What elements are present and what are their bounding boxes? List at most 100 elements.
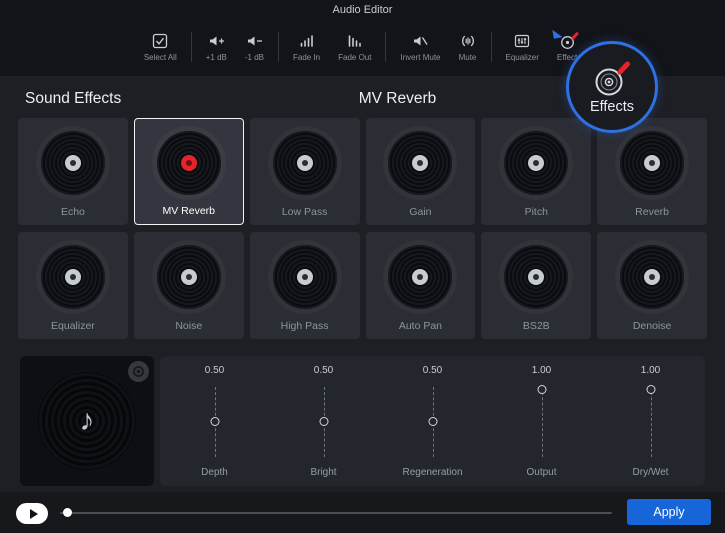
effect-tile-label: Echo: [18, 206, 128, 218]
effect-tile-label: High Pass: [250, 320, 360, 332]
param-value: 1.00: [641, 365, 660, 376]
param-slider[interactable]: [209, 385, 221, 459]
param-slider[interactable]: [427, 385, 439, 459]
param-value: 0.50: [314, 365, 333, 376]
toolbar-button-plus-1db[interactable]: +1 dB: [197, 32, 236, 62]
volume-minus-icon: [245, 32, 263, 50]
vinyl-record-icon: [620, 131, 684, 195]
effect-tile-label: Pitch: [481, 206, 591, 218]
toolbar-button-equalizer[interactable]: Equalizer: [497, 32, 548, 62]
vinyl-record-icon: [388, 131, 452, 195]
effect-tile-label: Low Pass: [250, 206, 360, 218]
effect-tile-echo[interactable]: Echo: [18, 118, 128, 225]
toolbar-separator: [278, 32, 279, 62]
effect-tile-label: Noise: [134, 320, 244, 332]
toolbar-button-select-all[interactable]: Select All: [135, 32, 186, 62]
vinyl-record-icon: [504, 245, 568, 309]
effect-tile-label: Reverb: [597, 206, 707, 218]
vinyl-record-icon: [157, 131, 221, 195]
invert-mute-icon: [411, 32, 429, 50]
sound-effects-title: Sound Effects: [25, 90, 121, 108]
toolbar-button-fade-out[interactable]: Fade Out: [329, 32, 380, 62]
param-value: 1.00: [532, 365, 551, 376]
toolbar-label: +1 dB: [206, 53, 227, 62]
vinyl-record-icon: [504, 131, 568, 195]
fade-out-icon: [346, 32, 364, 50]
transport-bar: Apply: [0, 492, 725, 533]
audio-editor-window: Audio Editor Select All +1 dB -1 dB: [0, 0, 725, 533]
param-value: 0.50: [423, 365, 442, 376]
effect-tile-label: Auto Pan: [366, 320, 476, 332]
volume-plus-icon: [207, 32, 225, 50]
app-title: Audio Editor: [0, 4, 725, 16]
slider-thumb[interactable]: [646, 385, 655, 394]
effect-tile-label: Gain: [366, 206, 476, 218]
toolbar-label: Equalizer: [506, 53, 539, 62]
music-note-icon: ♪: [80, 406, 95, 436]
play-button[interactable]: [16, 503, 48, 524]
toolbar-label: Mute: [459, 53, 477, 62]
param-label: Output: [526, 467, 556, 478]
equalizer-icon: [513, 32, 531, 50]
effect-tile-noise[interactable]: Noise: [134, 232, 244, 339]
toolbar-label: Select All: [144, 53, 177, 62]
toolbar-button-mute[interactable]: Mute: [450, 32, 486, 62]
effect-tile-auto-pan[interactable]: Auto Pan: [366, 232, 476, 339]
slider-thumb[interactable]: [319, 417, 328, 426]
callout-arrow-icon: [552, 28, 562, 38]
playback-progress-thumb[interactable]: [63, 508, 72, 517]
effect-tile-mv-reverb[interactable]: MV Reverb: [134, 118, 244, 225]
effect-tile-label: Equalizer: [18, 320, 128, 332]
effect-tile-denoise[interactable]: Denoise: [597, 232, 707, 339]
param-value: 0.50: [205, 365, 224, 376]
toolbar-button-fade-in[interactable]: Fade In: [284, 32, 329, 62]
effects-callout: Effects: [566, 41, 658, 133]
fade-in-icon: [298, 32, 316, 50]
toolbar-label: Fade Out: [338, 53, 371, 62]
preview-card: ♪: [20, 356, 154, 486]
param-label: Bright: [310, 467, 336, 478]
vinyl-record-icon: [273, 245, 337, 309]
effects-callout-icon: [592, 60, 632, 98]
param-output: 1.00 Output: [487, 356, 596, 486]
param-slider[interactable]: [318, 385, 330, 459]
mute-icon: [459, 32, 477, 50]
effect-tile-low-pass[interactable]: Low Pass: [250, 118, 360, 225]
param-label: Dry/Wet: [633, 467, 669, 478]
vinyl-record-icon: [620, 245, 684, 309]
vinyl-record-icon: [41, 131, 105, 195]
effect-tile-equalizer[interactable]: Equalizer: [18, 232, 128, 339]
select-all-icon: [151, 32, 169, 50]
toolbar-label: -1 dB: [245, 53, 264, 62]
toolbar-button-invert-mute[interactable]: Invert Mute: [391, 32, 449, 62]
toolbar-button-minus-1db[interactable]: -1 dB: [236, 32, 273, 62]
effect-tile-gain[interactable]: Gain: [366, 118, 476, 225]
param-label: Regeneration: [402, 467, 462, 478]
effect-tile-high-pass[interactable]: High Pass: [250, 232, 360, 339]
slider-thumb[interactable]: [210, 417, 219, 426]
slider-thumb[interactable]: [428, 417, 437, 426]
vinyl-record-icon: [388, 245, 452, 309]
effect-tile-bs2b[interactable]: BS2B: [481, 232, 591, 339]
toolbar-separator: [385, 32, 386, 62]
param-slider[interactable]: [645, 385, 657, 459]
vinyl-record-icon: [41, 245, 105, 309]
vinyl-record-icon: [273, 131, 337, 195]
camera-icon[interactable]: [128, 361, 149, 382]
param-dry-wet: 1.00 Dry/Wet: [596, 356, 705, 486]
slider-thumb[interactable]: [537, 385, 546, 394]
param-slider[interactable]: [536, 385, 548, 459]
param-regeneration: 0.50 Regeneration: [378, 356, 487, 486]
param-bright: 0.50 Bright: [269, 356, 378, 486]
param-label: Depth: [201, 467, 228, 478]
toolbar-label: Invert Mute: [400, 53, 440, 62]
selected-effect-title: MV Reverb: [359, 90, 437, 108]
effect-tile-reverb[interactable]: Reverb: [597, 118, 707, 225]
playback-progress-slider[interactable]: [60, 512, 612, 514]
effects-grid: Echo MV Reverb Low Pass Gain Pitch Rever…: [18, 118, 707, 339]
toolbar-separator: [491, 32, 492, 62]
toolbar-label: Fade In: [293, 53, 320, 62]
toolbar-separator: [191, 32, 192, 62]
apply-button[interactable]: Apply: [627, 499, 711, 525]
effect-tile-pitch[interactable]: Pitch: [481, 118, 591, 225]
